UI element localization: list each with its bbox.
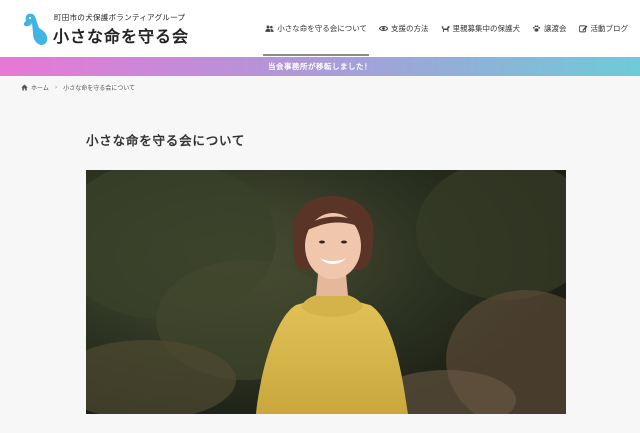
site-name: 小さな命を守る会	[53, 27, 190, 46]
chevron-right-icon: ›	[54, 84, 58, 91]
breadcrumb-home[interactable]: ホーム	[31, 83, 49, 92]
nav-item-about[interactable]: 小さな命を守る会について	[263, 21, 369, 56]
site-logo[interactable]: 町田市の犬保護ボランティアグループ 小さな命を守る会	[22, 9, 188, 49]
nav-item-label: 里親募集中の保護犬	[452, 23, 521, 33]
dog-icon	[441, 25, 450, 32]
site-tagline: 町田市の犬保護ボランティアグループ	[54, 13, 186, 22]
nav-item-label: 小さな命を守る会について	[277, 23, 367, 33]
nav-item-adoption-event[interactable]: 譲渡会	[532, 21, 567, 35]
dog-logo-icon	[23, 13, 48, 45]
main-nav: 小さな命を守る会について 支援の方法 里親募集中の保護犬 譲渡会 活動ブログ	[253, 21, 629, 56]
nav-item-label: 活動ブログ	[590, 23, 629, 33]
hero-photo	[86, 170, 566, 414]
nav-item-support[interactable]: 支援の方法	[379, 21, 429, 35]
users-icon	[265, 25, 274, 32]
nav-item-label: 支援の方法	[391, 23, 429, 33]
site-header: 町田市の犬保護ボランティアグループ 小さな命を守る会 小さな命を守る会について …	[0, 0, 640, 57]
nav-item-blog[interactable]: 活動ブログ	[578, 21, 629, 35]
home-icon	[21, 84, 28, 91]
eye-icon	[379, 25, 388, 31]
page-title: 小さな命を守る会について	[86, 133, 246, 148]
portrait-photo	[86, 170, 566, 414]
notice-banner[interactable]: 当会事務所が移転しました！	[0, 57, 640, 76]
breadcrumb-current: 小さな命を守る会について	[63, 85, 136, 92]
notice-text: 当会事務所が移転しました！	[268, 62, 372, 71]
paw-icon	[532, 24, 541, 32]
edit-icon	[578, 24, 587, 32]
breadcrumb: ホーム › 小さな命を守る会について	[21, 83, 135, 92]
nav-item-dogs[interactable]: 里親募集中の保護犬	[441, 21, 521, 35]
nav-item-label: 譲渡会	[544, 23, 567, 33]
